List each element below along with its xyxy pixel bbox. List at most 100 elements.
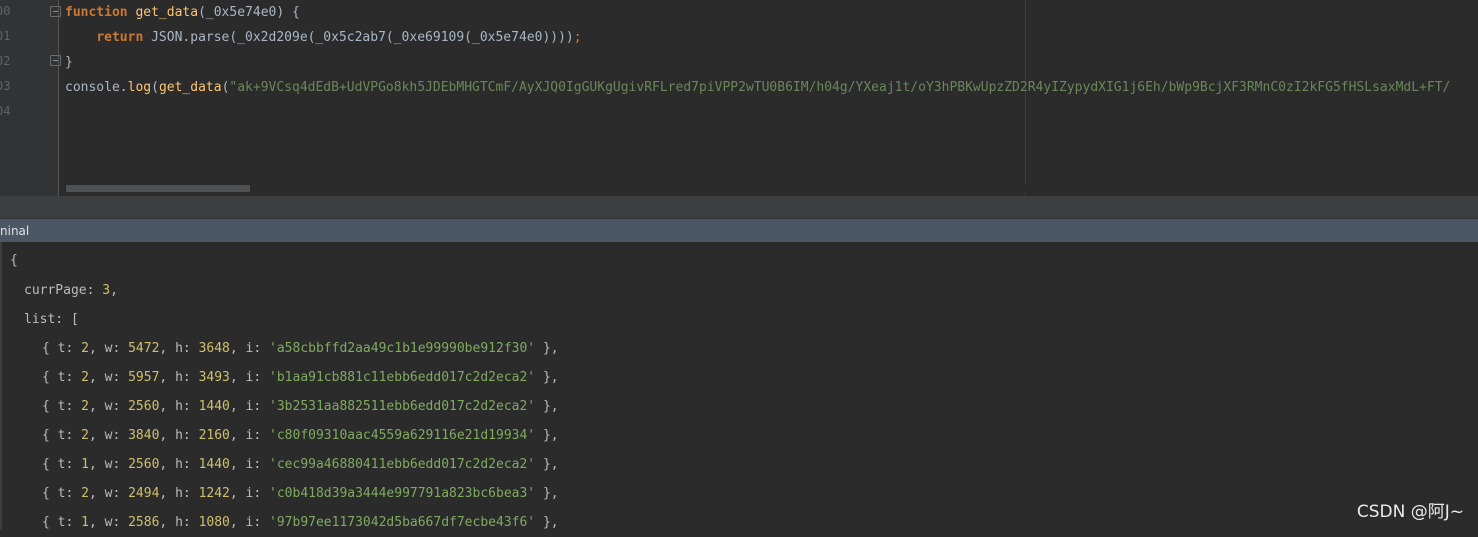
- line-number-gutter: 00 01 02 03 04: [0, 0, 61, 196]
- value-t: 2: [81, 486, 89, 501]
- syntax: , i:: [229, 370, 270, 385]
- syntax: , w:: [88, 428, 129, 443]
- value-w: 2560: [128, 399, 160, 414]
- console-object: console.: [65, 80, 128, 95]
- value-i: 'cec99a46880411ebb6edd017c2d2eca2': [269, 457, 536, 472]
- paren: (: [151, 80, 159, 95]
- value-t: 2: [81, 370, 89, 385]
- syntax: , h:: [159, 486, 199, 501]
- syntax: },: [535, 341, 559, 356]
- keyword-return: return: [96, 30, 144, 45]
- value-h: 1080: [198, 515, 230, 530]
- return-expression: JSON.parse(_0x2d209e(_0x5c2ab7(_0xe69109…: [143, 30, 574, 45]
- terminal-title[interactable]: ninal: [0, 219, 29, 243]
- terminal-output[interactable]: { currPage: 3, list: [ { t: 2, w: 5472, …: [0, 242, 1478, 530]
- value-w: 2560: [128, 457, 160, 472]
- output-currpage-line: currPage: 3,: [24, 276, 118, 305]
- value-i: 'b1aa91cb881c11ebb6edd017c2d2eca2': [269, 370, 536, 385]
- value-h: 1440: [198, 399, 230, 414]
- value-i: '97b97ee1173042d5ba667df7ecbe43f6': [269, 515, 536, 530]
- output-open-brace: {: [10, 253, 18, 268]
- line-number: 00: [0, 4, 11, 18]
- value-w: 5957: [128, 370, 160, 385]
- line-number: 04: [0, 104, 11, 118]
- code-line-1: function get_data(_0x5e74e0) {: [65, 0, 300, 25]
- code-line-2: return JSON.parse(_0x2d209e(_0x5c2ab7(_0…: [65, 25, 582, 50]
- code-editor[interactable]: 00 01 02 03 04 function get_data(_0x5e74…: [0, 0, 1478, 196]
- horizontal-scrollbar-track[interactable]: [60, 184, 1478, 192]
- panel-separator[interactable]: [0, 196, 1478, 218]
- syntax: , h:: [159, 428, 199, 443]
- value-w: 5472: [128, 341, 160, 356]
- syntax: { t:: [42, 428, 82, 443]
- syntax: },: [535, 370, 559, 385]
- code-line-4: console.log(get_data("ak+9VCsq4dEdB+UdVP…: [65, 75, 1450, 100]
- code-line-3: }: [65, 50, 73, 75]
- syntax: , h:: [159, 457, 199, 472]
- value-h: 3493: [198, 370, 230, 385]
- syntax: { t:: [42, 515, 82, 530]
- syntax: , i:: [229, 515, 270, 530]
- syntax: , i:: [229, 399, 270, 414]
- syntax: , h:: [159, 370, 199, 385]
- currpage-key: currPage:: [24, 283, 103, 298]
- output-list-key: list: [: [24, 312, 79, 327]
- list-item: { t: 2, w: 2560, h: 1440, i: '3b2531aa88…: [42, 392, 559, 421]
- value-h: 3648: [198, 341, 230, 356]
- line-number: 01: [0, 29, 11, 43]
- keyword-function: function: [65, 5, 128, 20]
- value-i: 'a58cbbffd2aa49c1b1e99990be912f30': [269, 341, 536, 356]
- comma: ,: [110, 283, 118, 298]
- log-method: log: [127, 80, 152, 95]
- syntax: , i:: [229, 457, 270, 472]
- syntax: , w:: [88, 515, 129, 530]
- terminal-tab-header[interactable]: ninal: [0, 218, 1478, 242]
- function-name: get_data: [135, 5, 199, 20]
- list-item: { t: 1, w: 2586, h: 1080, i: '97b97ee117…: [42, 508, 559, 537]
- list-item: { t: 2, w: 5472, h: 3648, i: 'a58cbbffd2…: [42, 334, 559, 363]
- closing-brace: }: [65, 55, 73, 70]
- value-w: 3840: [128, 428, 160, 443]
- encrypted-string-literal: "ak+9VCsq4dEdB+UdVPGo8kh5JDEbMHGTCmF/AyX…: [229, 80, 1451, 95]
- value-t: 1: [81, 515, 89, 530]
- currpage-value: 3: [102, 283, 111, 298]
- syntax: { t:: [42, 486, 82, 501]
- value-t: 1: [81, 457, 89, 472]
- syntax: { t:: [42, 457, 82, 472]
- syntax: },: [535, 457, 559, 472]
- list-item: { t: 2, w: 5957, h: 3493, i: 'b1aa91cb88…: [42, 363, 559, 392]
- value-i: 'c80f09310aac4559a629116e21d19934': [269, 428, 536, 443]
- syntax: },: [535, 399, 559, 414]
- syntax: , w:: [88, 457, 129, 472]
- get-data-call: get_data: [158, 80, 222, 95]
- horizontal-scrollbar-thumb[interactable]: [66, 185, 250, 192]
- syntax: , w:: [88, 399, 129, 414]
- fold-end-icon[interactable]: [50, 55, 61, 66]
- value-w: 2494: [128, 486, 160, 501]
- semicolon: ;: [573, 30, 582, 45]
- syntax: , i:: [229, 486, 270, 501]
- line-number: 02: [0, 54, 11, 68]
- code-area[interactable]: function get_data(_0x5e74e0) { return JS…: [65, 0, 1478, 180]
- list-item: { t: 2, w: 2494, h: 1242, i: 'c0b418d39a…: [42, 479, 559, 508]
- fold-collapse-icon[interactable]: [50, 6, 61, 17]
- syntax: },: [535, 515, 559, 530]
- value-w: 2586: [128, 515, 160, 530]
- syntax: { t:: [42, 341, 82, 356]
- value-i: 'c0b418d39a3444e997791a823bc6bea3': [269, 486, 536, 501]
- value-h: 1242: [198, 486, 230, 501]
- syntax: , i:: [229, 341, 270, 356]
- line-number: 03: [0, 79, 11, 93]
- csdn-watermark: CSDN @阿J~: [1356, 502, 1464, 522]
- value-h: 2160: [198, 428, 230, 443]
- syntax: , h:: [159, 515, 199, 530]
- syntax: },: [535, 428, 559, 443]
- syntax: },: [535, 486, 559, 501]
- value-h: 1440: [198, 457, 230, 472]
- syntax: , i:: [229, 428, 270, 443]
- syntax: , h:: [159, 341, 199, 356]
- syntax: , w:: [88, 341, 129, 356]
- value-t: 2: [81, 399, 89, 414]
- function-params: (_0x5e74e0) {: [198, 5, 300, 20]
